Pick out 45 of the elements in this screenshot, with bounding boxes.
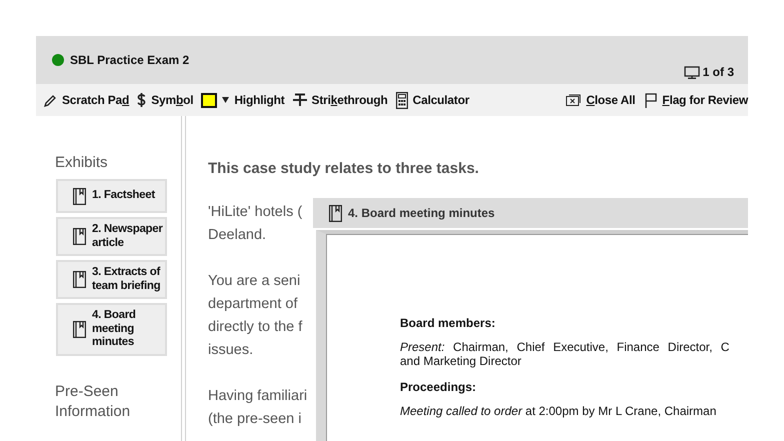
exhibit-button[interactable]: 3. Extracts of team briefing [56,260,167,299]
toolbar-button[interactable]: Strikethrough [312,93,388,107]
toolbar-button[interactable]: Highlight [234,93,285,107]
exhibits-heading: Exhibits [55,154,109,171]
minutes-text: and Marketing Director [400,354,522,368]
toolbar-button[interactable]: Scratch Pad [62,93,130,107]
window-title: 4. Board meeting minutes [348,206,495,220]
caret-icon [222,97,230,103]
exhibit-button[interactable]: 1. Factsheet [56,179,167,213]
document-icon [329,204,342,222]
case-text-line: Deeland. [208,226,266,245]
document-icon [73,228,86,245]
strikethrough-icon [292,93,307,107]
dollar-icon [137,93,146,107]
sidebar-section-label[interactable]: Information [55,402,185,422]
case-text-line: directly to the f [208,318,302,337]
minutes-text: Present: Chairman, Chief Executive, Finance Director, C [400,340,730,354]
case-text-line: issues. [208,341,254,360]
toolbar-button[interactable]: Close All [586,93,636,107]
case-text-line: Having familiari [208,387,308,406]
exam-title: SBL Practice Exam 2 [70,53,190,67]
sidebar-section-label[interactable]: Pre-Seen [55,382,185,402]
case-text-line: 'HiLite' hotels ( [208,203,302,222]
document-icon [73,188,86,204]
document-icon [73,271,86,288]
exhibit-button[interactable]: 2. Newspaper article [56,217,167,256]
toolbar-button[interactable]: Symbol [151,93,194,107]
close-all-icon [566,94,582,106]
minutes-text: Meeting called to order at 2:00pm by Mr L Crane, Chairman [400,404,718,418]
minutes-heading: Board members: [400,316,496,330]
case-text-line: department of [208,295,298,314]
highlight-swatch[interactable] [201,92,218,108]
flag-icon [645,92,658,108]
case-text-line: You are a seni [208,272,300,291]
case-text-line: (the pre-seen i [208,410,302,429]
pencil-icon [44,94,57,106]
toolbar-button[interactable]: Calculator [412,93,470,107]
monitor-icon [684,66,700,78]
case-heading: This case study relates to three tasks. [208,160,480,177]
document-icon [73,320,86,338]
toolbar-button[interactable]: Flag for Review [662,93,748,107]
exhibit-button[interactable]: 4. Board meeting minutes [56,303,167,356]
minutes-heading: Proceedings: [400,380,478,394]
page-indicator: 1 of 3 [702,65,734,79]
calculator-icon [396,92,408,108]
